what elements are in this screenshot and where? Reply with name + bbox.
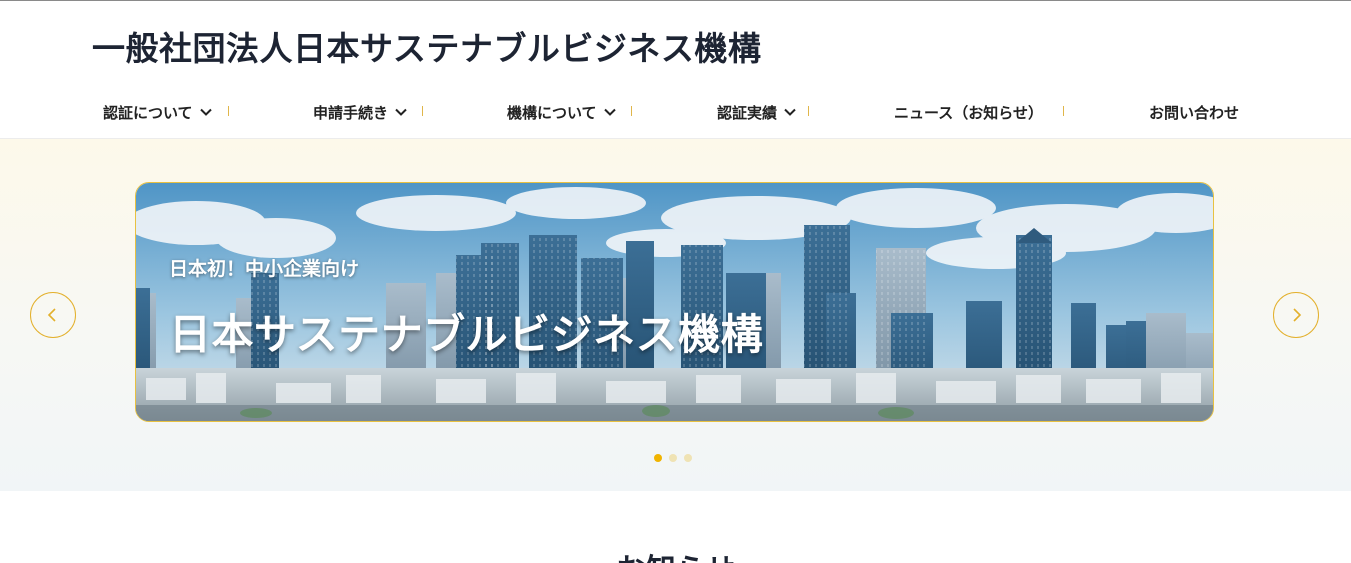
top-border bbox=[0, 0, 1351, 1]
chevron-down-icon bbox=[395, 108, 407, 116]
chevron-down-icon bbox=[199, 108, 212, 116]
nav-item-certification[interactable]: 認証について bbox=[103, 90, 213, 134]
nav-item-news[interactable]: ニュース（お知らせ） bbox=[894, 90, 1043, 134]
slide-title: 日本サステナブルビジネス機構 bbox=[169, 310, 764, 359]
slide-subtitle: 日本初！中小企業向け bbox=[169, 258, 360, 280]
slider-pagination bbox=[654, 454, 692, 464]
nav-separator bbox=[808, 106, 809, 116]
main-nav: 認証について 申請手続き 機構について 認証実績 ニュース（お知らせ） お問い合… bbox=[0, 90, 1351, 138]
nav-item-label: ニュース（お知らせ） bbox=[894, 103, 1043, 122]
slider-dot-2[interactable] bbox=[669, 454, 677, 462]
nav-separator bbox=[228, 106, 229, 116]
slider-dot-1[interactable] bbox=[654, 454, 662, 462]
chevron-down-icon bbox=[784, 108, 796, 116]
nav-item-label: 認証実績 bbox=[717, 103, 778, 122]
site-title[interactable]: 一般社団法人日本サステナブルビジネス機構 bbox=[92, 22, 761, 70]
news-section-heading: お知らせ bbox=[0, 545, 1351, 563]
slider-dot-3[interactable] bbox=[684, 454, 692, 462]
hero-slider: 日本初！中小企業向け 日本サステナブルビジネス機構 bbox=[0, 139, 1351, 491]
slider-next-button[interactable] bbox=[1273, 292, 1319, 338]
chevron-right-icon bbox=[1293, 308, 1302, 322]
nav-item-about[interactable]: 機構について bbox=[507, 90, 617, 134]
nav-item-label: 申請手続き bbox=[313, 103, 389, 122]
nav-item-results[interactable]: 認証実績 bbox=[717, 90, 797, 134]
hero-slide[interactable]: 日本初！中小企業向け 日本サステナブルビジネス機構 bbox=[135, 182, 1214, 422]
nav-item-contact[interactable]: お問い合わせ bbox=[1149, 90, 1239, 134]
nav-item-application[interactable]: 申請手続き bbox=[313, 90, 408, 134]
nav-item-label: 機構について bbox=[507, 103, 597, 122]
nav-separator bbox=[631, 106, 632, 116]
nav-item-label: お問い合わせ bbox=[1149, 103, 1240, 122]
nav-separator bbox=[422, 106, 423, 116]
slider-prev-button[interactable] bbox=[30, 292, 76, 338]
chevron-left-icon bbox=[47, 308, 56, 322]
nav-item-label: 認証について bbox=[103, 103, 193, 122]
nav-separator bbox=[1063, 106, 1064, 116]
chevron-down-icon bbox=[603, 108, 616, 116]
